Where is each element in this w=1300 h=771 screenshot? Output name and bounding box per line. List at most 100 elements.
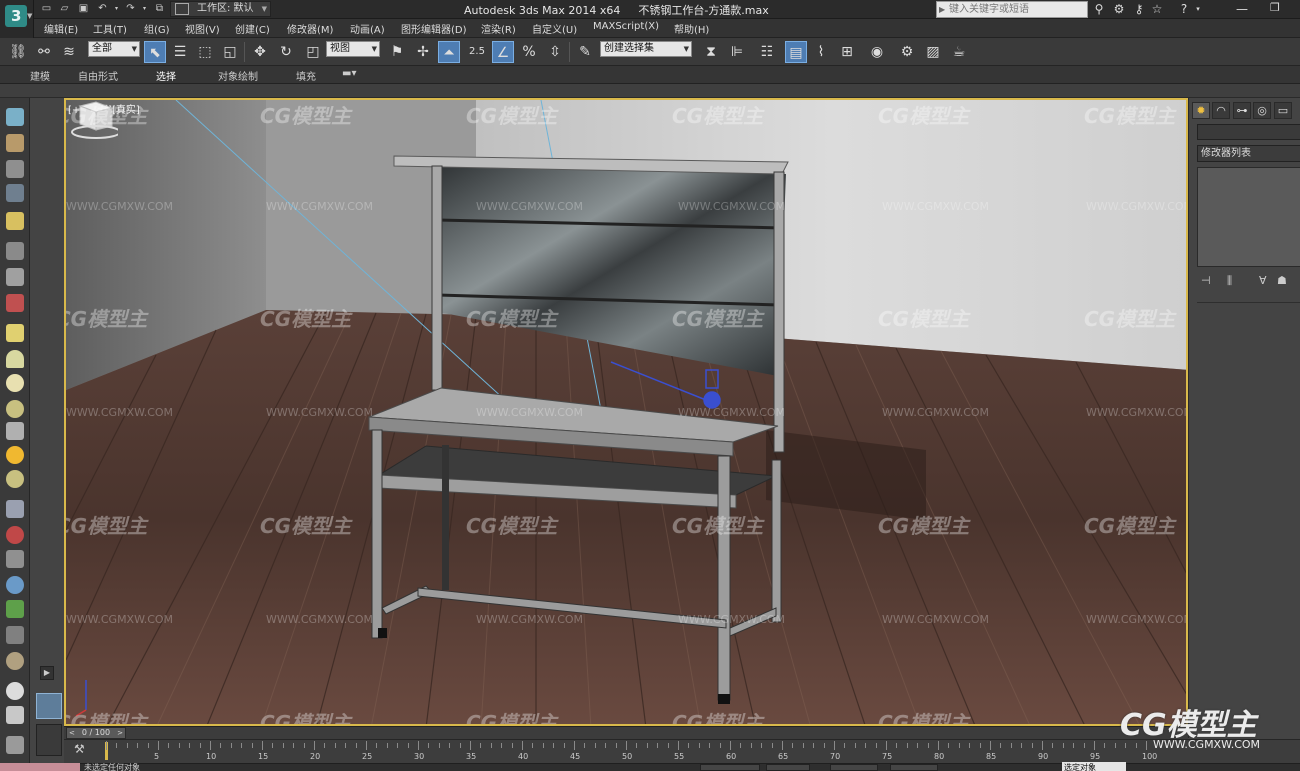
ribbon-toggle-icon[interactable]: ▤ <box>785 41 807 63</box>
layer-manager-icon[interactable]: ☷ <box>756 41 778 63</box>
ribbon-options-icon[interactable]: ▬▾ <box>342 68 356 79</box>
cone-icon[interactable] <box>6 422 24 440</box>
coordinate-z-field[interactable] <box>890 764 938 771</box>
bind-space-warp-icon[interactable]: ≋ <box>58 41 80 63</box>
menu-help[interactable]: 帮助(H) <box>674 21 709 36</box>
menu-create[interactable]: 创建(C) <box>235 21 270 36</box>
material-editor-icon[interactable]: ◉ <box>866 41 888 63</box>
object-name-field[interactable] <box>1197 124 1300 140</box>
scatter-icon[interactable] <box>6 500 24 518</box>
menu-maxscript[interactable]: MAXScript(X) <box>593 21 659 32</box>
modifier-stack[interactable] <box>1197 167 1300 267</box>
search-input[interactable]: ▶ 键入关键字或短语 <box>936 1 1088 18</box>
reference-coord-dropdown[interactable]: 视图 ▼ <box>326 41 380 57</box>
pivot-center-icon[interactable]: ⚑ <box>386 41 408 63</box>
mini-curve-editor-icon[interactable]: ⚒ <box>74 742 85 756</box>
spring-icon[interactable] <box>6 268 24 286</box>
tab-object-paint[interactable]: 对象绘制 <box>218 68 258 83</box>
select-by-name-icon[interactable]: ☰ <box>169 41 191 63</box>
menu-customize[interactable]: 自定义(U) <box>532 21 577 36</box>
menu-rendering[interactable]: 渲染(R) <box>481 21 516 36</box>
minimize-icon[interactable]: — <box>1236 2 1248 16</box>
tab-populate[interactable]: 填充 <box>296 68 316 83</box>
torus-icon[interactable] <box>6 400 24 418</box>
snaps-toggle-icon[interactable]: 2.5 <box>466 41 488 63</box>
plant-icon[interactable] <box>6 600 24 618</box>
globe-icon[interactable] <box>6 576 24 594</box>
percent-snap-icon[interactable]: % <box>518 41 540 63</box>
perspective-viewport[interactable]: [+][透视][真实] CG模型主 CG模型主 CG模型主 CG模型主 CG模型… <box>64 98 1188 726</box>
unlink-icon[interactable]: ⚯ <box>33 41 55 63</box>
tab-selection[interactable]: 选择 <box>156 68 176 83</box>
new-icon[interactable]: ▭ <box>40 3 53 15</box>
chevron-right-icon[interactable]: > <box>117 728 123 738</box>
time-slider[interactable]: < 0 / 100 > <box>64 726 1188 739</box>
tab-modeling[interactable]: 建模 <box>30 68 50 83</box>
angle-snap-icon[interactable]: ∠ <box>492 41 514 63</box>
binoculars-icon[interactable]: ⚲ <box>1091 2 1107 17</box>
coordinate-y-field[interactable] <box>830 764 878 771</box>
selection-filter-dropdown[interactable]: 全部 ▼ <box>88 41 140 57</box>
viewport-layout-grid[interactable] <box>36 724 62 756</box>
hold-icon[interactable]: ⧉ <box>153 3 166 15</box>
undo-icon[interactable]: ↶ <box>96 3 109 15</box>
workspace-dropdown[interactable]: 工作区: 默认 ▼ <box>170 1 271 17</box>
help-dropdown-icon[interactable]: ▾ <box>1190 2 1206 17</box>
rectangular-selection-icon[interactable]: ⬚ <box>194 41 216 63</box>
menu-tools[interactable]: 工具(T) <box>93 21 127 36</box>
ring-icon[interactable] <box>6 470 24 488</box>
calculator-icon[interactable] <box>6 706 24 724</box>
curve-editor-icon[interactable]: ⌇ <box>810 41 832 63</box>
sphere-icon[interactable] <box>6 374 24 392</box>
modify-tab-icon[interactable]: ◠ <box>1212 102 1230 119</box>
list-icon[interactable] <box>6 160 24 178</box>
coordinate-x-field[interactable] <box>766 764 810 771</box>
clock-icon[interactable] <box>6 652 24 670</box>
mirror-icon[interactable]: ⧗ <box>700 41 722 63</box>
show-end-result-icon[interactable]: ⫼ <box>1227 274 1232 288</box>
lock-selection-field[interactable] <box>700 764 760 771</box>
pin-stack-icon[interactable]: ⊣ <box>1201 274 1211 287</box>
sun-icon[interactable] <box>6 446 24 464</box>
edit-named-selection-icon[interactable]: ✎ <box>574 41 596 63</box>
stack-icon[interactable] <box>6 736 24 754</box>
render-production-icon[interactable]: ☕ <box>948 41 970 63</box>
manipulate-icon[interactable]: ✢ <box>412 41 434 63</box>
play-icon[interactable]: ▶ <box>40 666 54 680</box>
exchange-icon[interactable]: ⚙ <box>1111 2 1127 17</box>
maxscript-listener[interactable] <box>0 763 80 771</box>
menu-animation[interactable]: 动画(A) <box>350 21 385 36</box>
schematic-view-icon[interactable]: ⊞ <box>836 41 858 63</box>
grid-icon[interactable] <box>6 184 24 202</box>
keyboard-shortcut-override-icon[interactable]: ⏶ <box>438 41 460 63</box>
selection-mode-dropdown[interactable]: 选定对象 <box>1062 762 1126 771</box>
hf-icon[interactable] <box>6 626 24 644</box>
ball-icon[interactable] <box>6 682 24 700</box>
link-icon[interactable]: ⛓ <box>7 41 29 63</box>
chevron-left-icon[interactable]: < <box>69 728 75 738</box>
teapot-icon[interactable] <box>6 108 24 126</box>
motion-tab-icon[interactable]: ◎ <box>1253 102 1271 119</box>
undo-dropdown-icon[interactable]: ▾ <box>110 3 123 15</box>
spinner-snap-icon[interactable]: ⇳ <box>544 41 566 63</box>
menu-modifiers[interactable]: 修改器(M) <box>287 21 333 36</box>
box-icon[interactable] <box>6 324 24 342</box>
rendered-frame-window-icon[interactable]: ▨ <box>922 41 944 63</box>
star-icon[interactable]: ☆ <box>1149 2 1165 17</box>
align-icon[interactable]: ⊫ <box>726 41 748 63</box>
menu-group[interactable]: 组(G) <box>144 21 170 36</box>
menu-graph-editors[interactable]: 图形编辑器(D) <box>401 21 467 36</box>
figure-icon[interactable] <box>6 550 24 568</box>
restore-icon[interactable]: ❐ <box>1270 1 1280 14</box>
redo-icon[interactable]: ↷ <box>124 3 137 15</box>
display-tab-icon[interactable]: ▭ <box>1274 102 1292 119</box>
image-icon[interactable] <box>6 134 24 152</box>
redo-dropdown-icon[interactable]: ▾ <box>138 3 151 15</box>
viewport-layout-single[interactable] <box>36 693 62 719</box>
make-unique-icon[interactable]: ∀ <box>1259 274 1267 287</box>
modifier-list-dropdown[interactable]: 修改器列表 <box>1197 145 1300 162</box>
open-icon[interactable]: ▱ <box>58 3 71 15</box>
create-tab-icon[interactable]: ✹ <box>1192 102 1210 119</box>
rotate-icon[interactable]: ↻ <box>275 41 297 63</box>
render-setup-icon[interactable]: ⚙ <box>896 41 918 63</box>
